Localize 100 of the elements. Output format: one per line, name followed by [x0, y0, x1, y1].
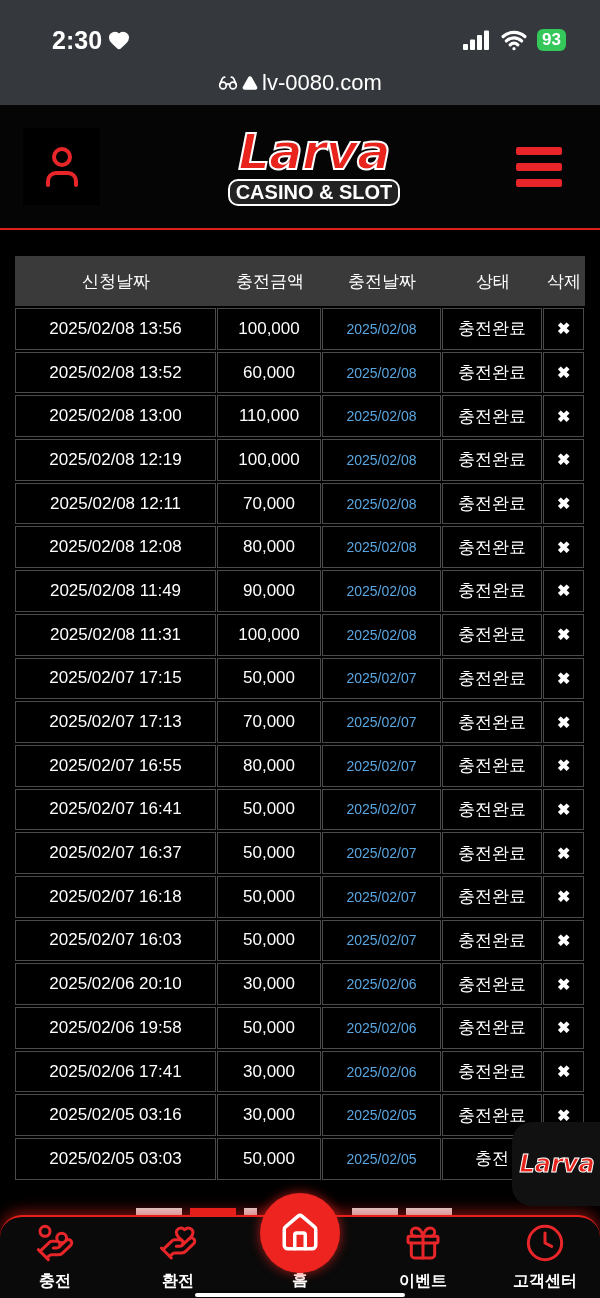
table-cell: 충전완료 [442, 308, 542, 350]
battery-level: 93 [537, 29, 566, 51]
table-cell: 충전완료 [442, 744, 542, 787]
table-cell: 충전완료 [442, 701, 542, 743]
table-cell: 30,000 [217, 963, 321, 1005]
table-cell: 2025/02/07 17:15 [15, 657, 216, 700]
delete-button[interactable]: ✖ [557, 974, 570, 994]
table-cell: 2025/02/06 [322, 963, 441, 1005]
column-header: 상태 [442, 256, 543, 306]
delete-button[interactable]: ✖ [557, 799, 570, 819]
table-cell: 2025/02/06 20:10 [15, 963, 216, 1005]
table-cell: 2025/02/06 [322, 1007, 441, 1049]
delete-button[interactable]: ✖ [557, 450, 570, 470]
delete-button[interactable]: ✖ [557, 668, 570, 688]
table-cell: 충전완료 [442, 482, 542, 525]
table-cell: 2025/02/08 [322, 395, 441, 438]
table-cell: 충전완료 [442, 439, 542, 481]
table-cell: 2025/02/07 16:41 [15, 788, 216, 831]
table-cell: 2025/02/08 11:49 [15, 570, 216, 612]
table-cell: 50,000 [217, 788, 321, 831]
delete-button[interactable]: ✖ [557, 756, 570, 776]
delete-button[interactable]: ✖ [557, 887, 570, 907]
table-cell: 충전완료 [442, 963, 542, 1005]
table-cell: 충전완료 [442, 919, 542, 962]
page-tab[interactable] [244, 1207, 257, 1215]
table-cell: 2025/02/05 03:16 [15, 1094, 216, 1137]
hand-coins-icon [35, 1222, 75, 1263]
table-cell: 2025/02/08 [322, 482, 441, 525]
column-header: 삭제 [543, 256, 585, 306]
url-text[interactable]: lv-0080.com [262, 70, 382, 96]
nav-item[interactable]: 이벤트 [377, 1216, 468, 1298]
table-cell: 2025/02/07 16:03 [15, 919, 216, 962]
table-cell: 100,000 [217, 439, 321, 481]
delete-button[interactable]: ✖ [557, 930, 570, 950]
status-time: 2:30 [52, 25, 103, 55]
table-cell: 60,000 [217, 351, 321, 394]
table-cell: 충전완료 [442, 570, 542, 612]
table-cell: 70,000 [217, 701, 321, 743]
table-cell: 2025/02/08 [322, 526, 441, 569]
table-cell: 2025/02/07 17:13 [15, 701, 216, 743]
delete-button[interactable]: ✖ [557, 1105, 570, 1125]
table-cell: 50,000 [217, 875, 321, 918]
table-cell: 2025/02/08 [322, 308, 441, 350]
table-cell: 2025/02/08 13:56 [15, 308, 216, 350]
page-tab[interactable] [352, 1207, 398, 1215]
table-cell: 2025/02/05 [322, 1138, 441, 1180]
floating-badge[interactable]: Larva [512, 1122, 600, 1206]
table-cell: 100,000 [217, 308, 321, 350]
page-tab[interactable] [136, 1207, 182, 1215]
table-cell: 2025/02/08 13:00 [15, 395, 216, 438]
heart-icon [108, 29, 131, 51]
table-cell: 100,000 [217, 613, 321, 656]
table-cell: 충전완료 [442, 1007, 542, 1049]
table-cell: 30,000 [217, 1050, 321, 1093]
delete-button[interactable]: ✖ [557, 712, 570, 732]
table-cell: 2025/02/06 19:58 [15, 1007, 216, 1049]
home-button[interactable] [260, 1192, 340, 1273]
menu-button[interactable] [516, 146, 562, 187]
column-header: 충전날짜 [322, 256, 442, 306]
table-cell: 2025/02/08 [322, 439, 441, 481]
table-cell: 80,000 [217, 744, 321, 787]
delete-button[interactable]: ✖ [557, 843, 570, 863]
table-cell: 2025/02/08 12:08 [15, 526, 216, 569]
table-cell: 충전완료 [442, 875, 542, 918]
delete-button[interactable]: ✖ [557, 319, 570, 339]
table-cell: 2025/02/06 [322, 1050, 441, 1093]
delete-button[interactable]: ✖ [557, 1062, 570, 1082]
table-cell: 충전완료 [442, 1050, 542, 1093]
delete-button[interactable]: ✖ [557, 406, 570, 426]
nav-item[interactable]: 충전 [10, 1216, 100, 1298]
delete-button[interactable]: ✖ [557, 1018, 570, 1038]
table-cell: 80,000 [217, 526, 321, 569]
table-cell: 충전완료 [442, 395, 542, 438]
table-cell: 충전완료 [442, 788, 542, 831]
table-cell: 50,000 [217, 832, 321, 874]
table-cell: 2025/02/08 13:52 [15, 351, 216, 394]
table-cell: 충전완료 [442, 351, 542, 394]
table-cell: 2025/02/07 [322, 744, 441, 787]
warning-icon [242, 75, 259, 91]
nav-item[interactable]: 홈 [255, 1270, 345, 1291]
table-cell: 2025/02/07 [322, 657, 441, 700]
table-cell: 2025/02/08 12:19 [15, 439, 216, 481]
page-tab[interactable] [406, 1207, 452, 1215]
logo-title: Larva [238, 127, 390, 177]
user-button[interactable] [23, 128, 100, 205]
nav-item[interactable]: 고객센터 [500, 1216, 590, 1298]
delete-button[interactable]: ✖ [557, 625, 570, 645]
delete-button[interactable]: ✖ [557, 537, 570, 557]
delete-button[interactable]: ✖ [557, 363, 570, 383]
table-cell: 2025/02/05 03:03 [15, 1138, 216, 1180]
table-cell: 2025/02/07 [322, 875, 441, 918]
table-cell: 2025/02/08 [322, 570, 441, 612]
table-cell: 2025/02/05 [322, 1094, 441, 1137]
nav-item[interactable]: 환전 [132, 1216, 223, 1298]
table-cell: 2025/02/08 [322, 351, 441, 394]
delete-button[interactable]: ✖ [557, 581, 570, 601]
table-cell: 70,000 [217, 482, 321, 525]
table-cell: 2025/02/07 [322, 832, 441, 874]
delete-button[interactable]: ✖ [557, 494, 570, 514]
logo-subtitle: CASINO & SLOT [227, 179, 401, 206]
